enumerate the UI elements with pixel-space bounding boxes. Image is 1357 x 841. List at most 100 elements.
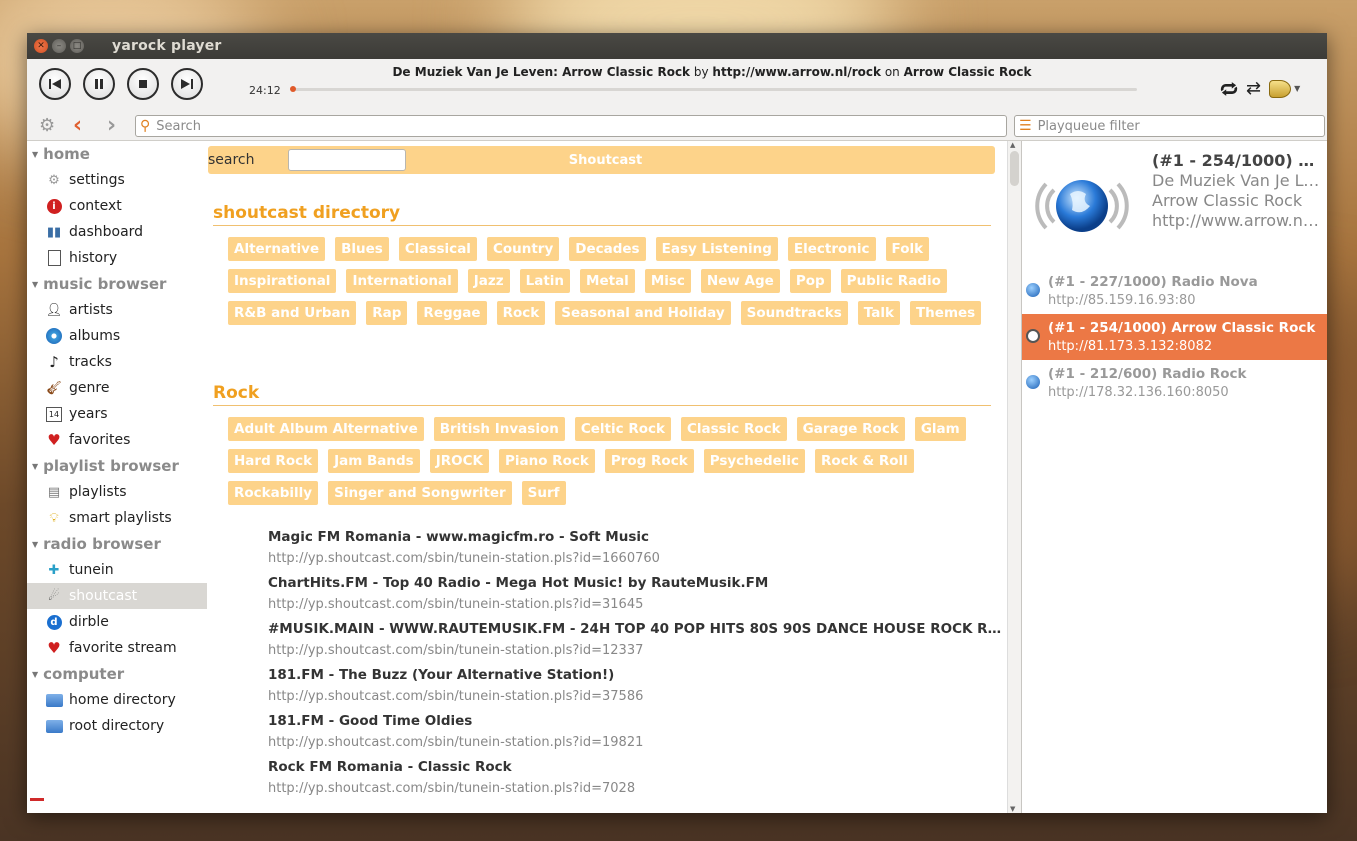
main-scrollbar[interactable]: ▲ ▼	[1007, 141, 1021, 813]
genre-tag[interactable]: Inspirational	[228, 269, 337, 293]
sidebar-item-settings[interactable]: ⚙ settings	[27, 167, 207, 193]
sidebar-item-history[interactable]: history	[27, 245, 207, 271]
sidebar-item-shoutcast[interactable]: ☄ shoutcast	[27, 583, 207, 609]
genre-tag[interactable]: Metal	[580, 269, 635, 293]
queue-item-title: (#1 - 212/600) Radio Rock	[1048, 366, 1247, 382]
repeat-icon[interactable]: 🔁︎	[1220, 75, 1238, 102]
sidebar-item-years[interactable]: 14 years	[27, 401, 207, 427]
genre-tag[interactable]: Reggae	[417, 301, 487, 325]
rock-genre-tag[interactable]: Jam Bands	[328, 449, 420, 473]
genre-tag[interactable]: International	[346, 269, 458, 293]
rock-genre-tag[interactable]: Piano Rock	[498, 449, 595, 473]
minimize-window-button[interactable]: –	[52, 39, 66, 53]
station-item[interactable]: ChartHits.FM - Top 40 Radio - Mega Hot M…	[268, 575, 1007, 621]
sidebar-item-artists[interactable]: 👤︎ artists	[27, 297, 207, 323]
sidebar-item-favorite-stream[interactable]: ♥ favorite stream	[27, 635, 207, 661]
progress-bar[interactable]	[290, 86, 1137, 92]
genre-tag[interactable]: Pop	[789, 269, 831, 293]
rock-genre-tag[interactable]: Celtic Rock	[574, 417, 671, 441]
queue-item-url: http://85.159.16.93:80	[1048, 293, 1196, 308]
genre-tag[interactable]: Latin	[519, 269, 571, 293]
shuffle-icon[interactable]: ⇄	[1246, 78, 1261, 99]
genre-tag[interactable]: Talk	[857, 301, 900, 325]
sidebar-item-root-directory[interactable]: root directory	[27, 713, 207, 739]
close-window-button[interactable]: ✕	[34, 39, 48, 53]
previous-button[interactable]	[39, 68, 71, 100]
rock-genre-tag[interactable]: Adult Album Alternative	[228, 417, 424, 441]
rock-genre-tag[interactable]: Garage Rock	[796, 417, 905, 441]
genre-tag[interactable]: Classical	[398, 237, 477, 261]
genre-tag[interactable]: Folk	[885, 237, 930, 261]
genre-tag[interactable]: New Age	[700, 269, 780, 293]
progress-handle[interactable]	[290, 86, 296, 92]
section-home[interactable]: ▼ home	[27, 141, 207, 167]
station-item[interactable]: Magic FM Romania - www.magicfm.ro - Soft…	[268, 529, 1007, 575]
genre-tag[interactable]: Misc	[644, 269, 691, 293]
sidebar-item-dashboard[interactable]: ▮▮ dashboard	[27, 219, 207, 245]
settings-gear-icon[interactable]: ⚙	[39, 116, 59, 136]
section-music-browser[interactable]: ▼ music browser	[27, 271, 207, 297]
browser-search-box[interactable]: ⚲	[135, 115, 1007, 137]
sidebar-item-home-directory[interactable]: home directory	[27, 687, 207, 713]
pause-button[interactable]	[83, 68, 115, 100]
section-radio-browser[interactable]: ▼ radio browser	[27, 531, 207, 557]
genre-tag[interactable]: Blues	[335, 237, 389, 261]
genre-tag[interactable]: R&B and Urban	[228, 301, 357, 325]
maximize-window-button[interactable]: □	[70, 39, 84, 53]
stop-button[interactable]	[127, 68, 159, 100]
rock-genre-tag[interactable]: Classic Rock	[680, 417, 787, 441]
shoutcast-search-input[interactable]	[288, 149, 406, 171]
station-item[interactable]: Rock FM Romania - Classic Rock http://yp.…	[268, 759, 1007, 805]
genre-tag[interactable]: Themes	[909, 301, 982, 325]
volume-icon[interactable]	[1269, 79, 1292, 98]
browser-search-input[interactable]	[156, 118, 1006, 134]
genre-tag[interactable]: Soundtracks	[740, 301, 848, 325]
playqueue-filter-box[interactable]: ☰	[1014, 115, 1325, 137]
station-item[interactable]: 181.FM - Good Time Oldies http://yp.shout…	[268, 713, 1007, 759]
station-item[interactable]: 181.FM - The Buzz (Your Alternative Stat…	[268, 667, 1007, 713]
genre-tag[interactable]: Alternative	[228, 237, 326, 261]
rock-genre-tag[interactable]: Rockabilly	[228, 481, 319, 505]
section-computer[interactable]: ▼ computer	[27, 661, 207, 687]
rock-genre-tag[interactable]: Surf	[521, 481, 566, 505]
back-button[interactable]: ‹	[73, 113, 82, 138]
rock-genre-tag[interactable]: Glam	[914, 417, 966, 441]
forward-button[interactable]: ›	[107, 113, 116, 138]
sidebar-item-favorites[interactable]: ♥ favorites	[27, 427, 207, 453]
genre-tag[interactable]: Public Radio	[840, 269, 947, 293]
sidebar-item-playlists[interactable]: ▤ playlists	[27, 479, 207, 505]
rock-genre-tag[interactable]: Prog Rock	[604, 449, 694, 473]
rock-genre-tag[interactable]: British Invasion	[433, 417, 565, 441]
genre-tag[interactable]: Decades	[569, 237, 646, 261]
volume-menu-arrow-icon[interactable]: ▼	[1294, 84, 1300, 93]
genre-tag[interactable]: Easy Listening	[655, 237, 778, 261]
genre-tag[interactable]: Jazz	[467, 269, 510, 293]
queue-item[interactable]: (#1 - 254/1000) Arrow Classic Rock http:/…	[1022, 314, 1327, 360]
genre-tag[interactable]: Country	[486, 237, 560, 261]
station-item[interactable]: #MUSIK.MAIN - WWW.RAUTEMUSIK.FM - 24H TO…	[268, 621, 1007, 667]
next-button[interactable]	[171, 68, 203, 100]
genre-tag[interactable]: Electronic	[787, 237, 876, 261]
sidebar-item-context[interactable]: i context	[27, 193, 207, 219]
scroll-down-icon[interactable]: ▼	[1010, 805, 1015, 813]
rock-genre-tag[interactable]: Hard Rock	[228, 449, 319, 473]
sidebar-item-smart-playlists[interactable]: 💡︎ smart playlists	[27, 505, 207, 531]
rock-genre-tag[interactable]: Psychedelic	[703, 449, 806, 473]
queue-item[interactable]: (#1 - 227/1000) Radio Nova http://85.159.…	[1022, 268, 1327, 314]
section-playlist-browser[interactable]: ▼ playlist browser	[27, 453, 207, 479]
sidebar-item-tracks[interactable]: ♪ tracks	[27, 349, 207, 375]
genre-tag[interactable]: Seasonal and Holiday	[555, 301, 731, 325]
sidebar-item-albums[interactable]: albums	[27, 323, 207, 349]
sidebar-item-tunein[interactable]: ✚ tunein	[27, 557, 207, 583]
queue-item[interactable]: (#1 - 212/600) Radio Rock http://178.32.1…	[1022, 360, 1327, 406]
genre-tag[interactable]: Rap	[366, 301, 408, 325]
playqueue-filter-input[interactable]	[1037, 118, 1324, 134]
rock-genre-tag[interactable]: Rock & Roll	[815, 449, 914, 473]
rock-genre-tag[interactable]: Singer and Songwriter	[328, 481, 512, 505]
genre-tag[interactable]: Rock	[496, 301, 546, 325]
scrollbar-thumb[interactable]	[1010, 151, 1019, 186]
sidebar-item-dirble[interactable]: d dirble	[27, 609, 207, 635]
rock-genre-tag[interactable]: JROCK	[429, 449, 489, 473]
sidebar-item-genre[interactable]: 🎸︎ genre	[27, 375, 207, 401]
scroll-up-icon[interactable]: ▲	[1010, 141, 1015, 149]
